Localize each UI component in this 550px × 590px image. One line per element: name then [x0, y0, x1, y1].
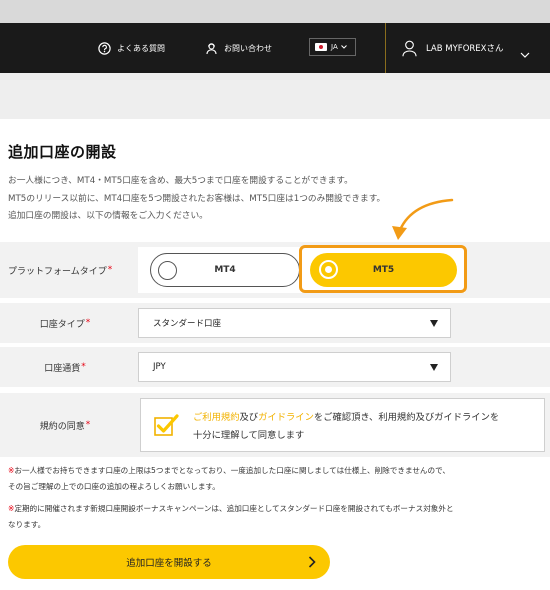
- currency-row: 口座通貨 * JPY: [0, 347, 550, 387]
- option-label: MT5: [372, 265, 395, 275]
- platform-option-mt5[interactable]: MT5: [310, 253, 457, 287]
- terms-label: 規約の同意 *: [39, 420, 91, 432]
- intro-line: 追加口座の開設は、以下の情報をご入力ください。: [8, 211, 208, 221]
- intro-text: お一人様につき、MT4・MT5口座を含め、最大5つまで口座を開設することができま…: [8, 173, 385, 226]
- currency-select[interactable]: JPY: [138, 352, 451, 382]
- chevron-right-icon: [308, 556, 316, 571]
- terms-text: ご利用規約及びガイドラインをご確認頂き、利用規約及びガイドラインを 十分に理解し…: [193, 409, 499, 445]
- required-mark: *: [85, 420, 91, 430]
- platform-option-mt4[interactable]: MT4: [150, 253, 300, 287]
- account-type-row: 口座タイプ * スタンダード口座: [0, 303, 550, 343]
- platform-toggle: MT4 MT5: [138, 247, 465, 293]
- contact-link[interactable]: お問い合わせ: [205, 23, 272, 73]
- chevron-down-icon: [340, 45, 347, 49]
- faq-link[interactable]: よくある質問: [98, 23, 165, 73]
- user-menu[interactable]: LAB MYFOREXさん: [402, 23, 503, 73]
- terms-and-text: 及び: [239, 412, 259, 423]
- intro-line: お一人様につき、MT4・MT5口座を含め、最大5つまで口座を開設することができま…: [8, 176, 353, 186]
- caret-down-icon: [430, 364, 438, 371]
- option-label: MT4: [214, 265, 236, 275]
- intro-line: MT5のリリース以前に、MT4口座を5つ開設されたお客様は、MT5口座は1つのみ…: [8, 193, 386, 204]
- japan-flag-icon: [315, 43, 327, 51]
- user-name: LAB MYFOREXさん: [426, 44, 504, 54]
- required-mark: *: [85, 318, 91, 328]
- guidelines-link[interactable]: ガイドライン: [258, 412, 314, 423]
- question-circle-icon: [98, 41, 111, 55]
- support-agent-icon: [205, 42, 218, 55]
- terms-row: 規約の同意 * ご利用規約及びガイドラインをご確認頂き、利用規約及びガイドラインを…: [0, 393, 550, 457]
- note-item: ※定期的に開催されます新規口座開設ボーナスキャンペーンは、追加口座としてスタンダ…: [8, 504, 454, 529]
- submit-label: 追加口座を開設する: [126, 558, 212, 569]
- note-item: ※お一人様でお持ちできます口座の上限は5つまでとなっており、一度追加した口座に関…: [8, 466, 450, 491]
- faq-label: よくある質問: [117, 43, 165, 53]
- browser-chrome-strip: [0, 0, 550, 23]
- select-value: JPY: [153, 362, 166, 372]
- sub-header-band: [0, 73, 550, 119]
- header-divider: [385, 23, 386, 73]
- checkmark-icon: [154, 414, 179, 436]
- required-mark: *: [107, 265, 113, 275]
- caret-down-icon: [430, 320, 438, 327]
- top-header: よくある質問 お問い合わせ JA LAB MYFOREXさん: [0, 23, 550, 73]
- account-type-label: 口座タイプ *: [39, 318, 91, 330]
- platform-type-label: プラットフォームタイプ *: [8, 265, 113, 277]
- contact-label: お問い合わせ: [224, 43, 272, 53]
- open-additional-account-button[interactable]: 追加口座を開設する: [8, 545, 330, 579]
- callout-arrow-icon: [392, 198, 454, 240]
- user-icon: [402, 40, 417, 57]
- language-label: JA: [331, 43, 338, 51]
- notes-section: ※お一人様でお持ちできます口座の上限は5つまでとなっており、一度追加した口座に関…: [8, 463, 454, 539]
- terms-agreement-box: ご利用規約及びガイドラインをご確認頂き、利用規約及びガイドラインを 十分に理解し…: [140, 398, 545, 452]
- user-menu-chevron-icon[interactable]: [520, 43, 530, 62]
- terms-line1-rest: をご確認頂き、利用規約及びガイドラインを: [313, 412, 500, 423]
- terms-line2: 十分に理解して同意します: [193, 430, 305, 441]
- required-mark: *: [81, 362, 86, 372]
- select-value: スタンダード口座: [153, 319, 222, 329]
- language-selector[interactable]: JA: [309, 38, 356, 56]
- terms-of-use-link[interactable]: ご利用規約: [193, 412, 240, 423]
- currency-label: 口座通貨 *: [44, 362, 86, 374]
- account-type-select[interactable]: スタンダード口座: [138, 308, 451, 338]
- terms-checkbox[interactable]: [154, 413, 180, 441]
- page-title: 追加口座の開設: [8, 143, 117, 161]
- platform-type-row: プラットフォームタイプ * MT4 MT5: [0, 242, 550, 298]
